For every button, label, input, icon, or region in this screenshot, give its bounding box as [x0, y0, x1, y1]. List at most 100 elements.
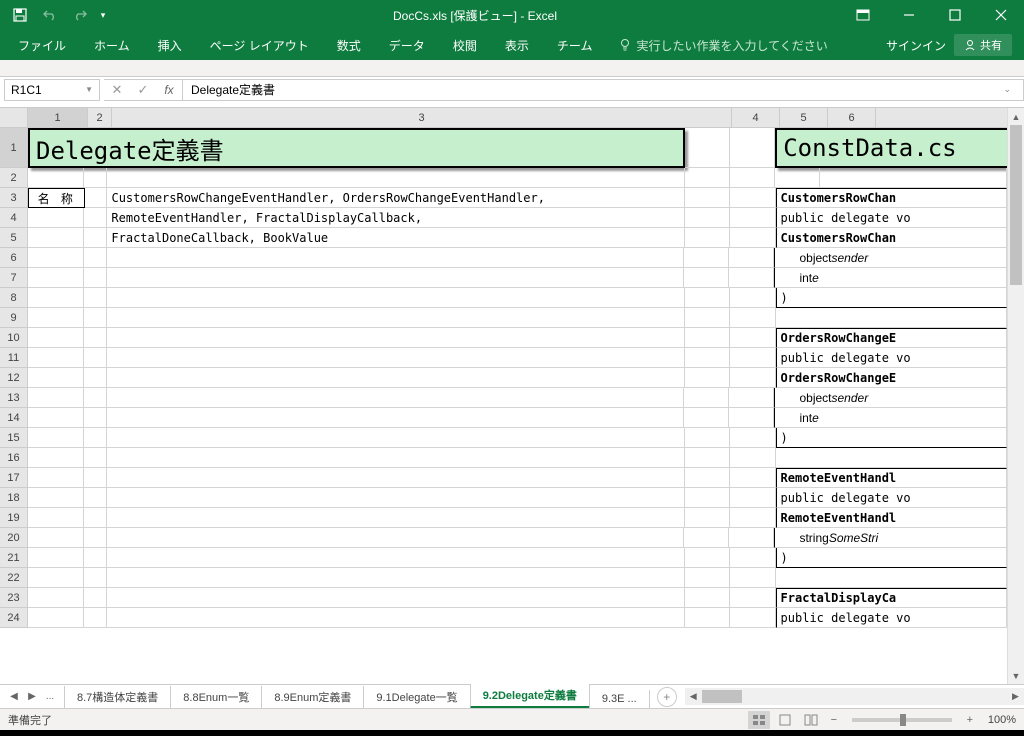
tab-file[interactable]: ファイル [4, 31, 80, 60]
cell[interactable] [84, 608, 107, 628]
cell[interactable] [729, 528, 774, 548]
cell[interactable] [28, 348, 84, 368]
cell[interactable] [84, 508, 107, 528]
col-header[interactable]: 1 [28, 108, 88, 128]
cell[interactable] [107, 508, 685, 528]
cell[interactable] [685, 488, 730, 508]
cell[interactable] [107, 308, 685, 328]
code-cell[interactable]: OrdersRowChangeE [776, 368, 1007, 388]
spreadsheet-grid[interactable]: 1 2 3 4 5 6 1 2 3 4 5 6 7 8 9 10 11 12 [0, 108, 1007, 684]
cell[interactable] [685, 228, 730, 248]
row-header[interactable]: 23 [0, 588, 28, 608]
tab-pagelayout[interactable]: ページ レイアウト [196, 31, 323, 60]
code-cell[interactable]: RemoteEventHandl [776, 468, 1007, 488]
cell[interactable] [730, 328, 775, 348]
cell[interactable] [730, 188, 775, 208]
undo-icon[interactable] [36, 2, 64, 28]
fx-icon[interactable]: fx [156, 83, 182, 97]
cell[interactable] [28, 388, 84, 408]
name-label-cell[interactable]: 名 称 [28, 188, 85, 208]
cell[interactable] [684, 408, 729, 428]
cell[interactable] [730, 508, 775, 528]
cell[interactable] [28, 268, 84, 288]
cell[interactable] [730, 448, 775, 468]
scroll-up-icon[interactable]: ▲ [1008, 108, 1024, 125]
cell[interactable]: RemoteEventHandler, FractalDisplayCallba… [107, 208, 685, 228]
cell[interactable] [685, 208, 730, 228]
enter-formula-icon[interactable]: ✓ [130, 82, 156, 98]
cell[interactable] [776, 448, 1007, 468]
col-header[interactable]: 6 [828, 108, 876, 128]
cell[interactable] [28, 248, 84, 268]
cell[interactable] [684, 528, 729, 548]
cell[interactable] [730, 228, 775, 248]
row-header[interactable]: 1 [0, 128, 28, 168]
cell[interactable] [730, 168, 775, 188]
cell[interactable] [28, 608, 84, 628]
cell[interactable] [685, 568, 730, 588]
zoom-level[interactable]: 100% [988, 714, 1016, 726]
cell[interactable] [84, 568, 107, 588]
cell[interactable] [685, 308, 730, 328]
sheet-tab[interactable]: 8.8Enum一覧 [170, 686, 262, 709]
cell[interactable] [730, 128, 775, 168]
row-header[interactable]: 13 [0, 388, 28, 408]
cell[interactable] [28, 508, 84, 528]
cell[interactable] [685, 188, 730, 208]
hscroll-thumb[interactable] [702, 690, 742, 703]
cell[interactable] [730, 488, 775, 508]
tab-data[interactable]: データ [375, 31, 439, 60]
cell[interactable] [685, 448, 730, 468]
maximize-icon[interactable] [932, 0, 978, 30]
cell[interactable] [730, 568, 775, 588]
code-cell[interactable]: ) [776, 548, 1007, 568]
cell[interactable] [730, 208, 775, 228]
cell[interactable] [775, 168, 820, 188]
cell[interactable] [776, 568, 1007, 588]
save-icon[interactable] [6, 2, 34, 28]
code-cell[interactable]: public delegate vo [776, 208, 1007, 228]
col-header[interactable] [876, 108, 1024, 128]
vscroll-thumb[interactable] [1010, 125, 1022, 285]
cell[interactable] [730, 288, 775, 308]
cell[interactable] [28, 468, 84, 488]
zoom-in-button[interactable]: + [962, 714, 978, 726]
cell[interactable] [729, 408, 774, 428]
cell[interactable] [28, 288, 84, 308]
signin-link[interactable]: サインイン [886, 37, 946, 54]
cell[interactable] [107, 348, 685, 368]
cell[interactable] [28, 488, 84, 508]
cell[interactable] [107, 568, 685, 588]
cell[interactable] [84, 308, 107, 328]
cell[interactable] [107, 328, 685, 348]
code-cell[interactable]: int e [774, 408, 1007, 428]
ribbon-options-icon[interactable] [840, 0, 886, 30]
cell[interactable] [84, 208, 107, 228]
sheet-tab[interactable]: 8.9Enum定義書 [261, 686, 364, 709]
cell[interactable] [685, 608, 730, 628]
formula-input[interactable]: Delegate定義書 ⌄ [183, 79, 1024, 101]
code-cell[interactable]: object sender [774, 248, 1007, 268]
row-header[interactable]: 9 [0, 308, 28, 328]
cell[interactable] [685, 368, 730, 388]
cell[interactable]: CustomersRowChangeEventHandler, OrdersRo… [107, 188, 685, 208]
scroll-down-icon[interactable]: ▼ [1008, 667, 1024, 684]
cell[interactable] [107, 608, 685, 628]
cell[interactable] [84, 548, 107, 568]
cell[interactable] [685, 288, 730, 308]
row-header[interactable]: 24 [0, 608, 28, 628]
row-header[interactable]: 2 [0, 168, 28, 188]
chevron-down-icon[interactable]: ▼ [85, 85, 93, 94]
row-header[interactable]: 12 [0, 368, 28, 388]
sheet-nav-ellipsis[interactable]: ... [42, 691, 58, 702]
cell[interactable] [730, 608, 775, 628]
code-cell[interactable]: ) [776, 428, 1007, 448]
title-cell[interactable]: Delegate定義書 [28, 128, 685, 168]
code-cell[interactable]: RemoteEventHandl [776, 508, 1007, 528]
cell[interactable] [84, 328, 107, 348]
cell[interactable] [776, 308, 1007, 328]
redo-icon[interactable] [66, 2, 94, 28]
col-header[interactable]: 3 [112, 108, 732, 128]
cell[interactable] [107, 368, 685, 388]
cell[interactable] [107, 168, 684, 188]
